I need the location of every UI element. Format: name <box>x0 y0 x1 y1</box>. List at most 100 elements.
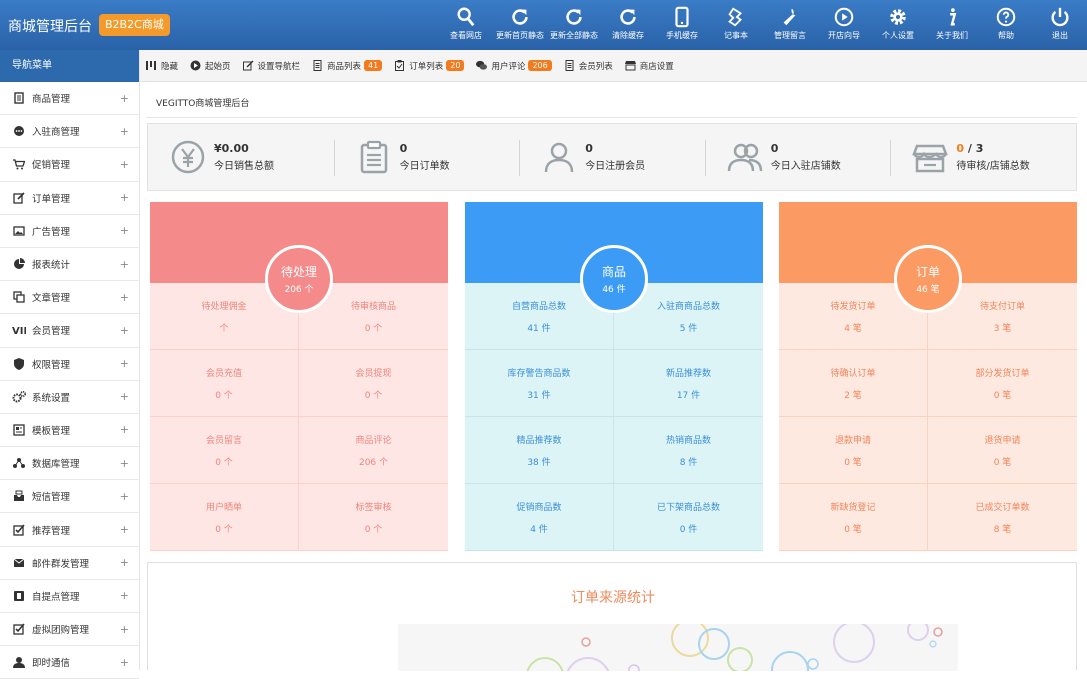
stat-cell[interactable]: 用户晒单 0 个 <box>150 484 299 551</box>
expand-icon[interactable]: + <box>120 291 129 304</box>
stat-orders: 0 今日订单数 <box>333 124 520 190</box>
sidebar-item-reports[interactable]: 报表统计 + <box>0 248 139 282</box>
goods-card: 商品 46 件 自营商品总数 41 件 入驻商商品总数 5 件 库存警告商品数 31 件… <box>465 202 763 551</box>
mail-icon <box>12 556 26 570</box>
stat-cell[interactable]: 已下架商品总数 0 件 <box>614 484 763 551</box>
view-shop-button[interactable]: 查看网店 <box>439 0 493 50</box>
expand-icon[interactable]: + <box>120 158 129 171</box>
stat-cell[interactable]: 退款申请 0 笔 <box>779 417 928 484</box>
order-list-button[interactable]: 订单列表 20 <box>394 60 465 72</box>
sidebar-item-database[interactable]: 数据库管理 + <box>0 447 139 481</box>
stat-value: 0 <box>585 142 593 155</box>
expand-icon[interactable]: + <box>120 92 129 105</box>
stat-value: ¥0.00 <box>214 142 249 155</box>
shop-wizard-button[interactable]: 开店向导 <box>817 0 871 50</box>
sidebar-item-templates[interactable]: 模板管理 + <box>0 414 139 448</box>
expand-icon[interactable]: + <box>120 457 129 470</box>
member-list-button[interactable]: 会员列表 <box>564 60 613 72</box>
sidebar-item-orders[interactable]: 订单管理 + <box>0 182 139 215</box>
sidebar-item-permissions[interactable]: 权限管理 + <box>0 348 139 381</box>
help-button[interactable]: 帮助 <box>979 0 1033 50</box>
shop-settings-button[interactable]: 商店设置 <box>624 60 674 72</box>
cell-label: 新品推荐数 <box>665 368 711 379</box>
order-source-section: 订单来源统计 <box>147 562 1077 671</box>
orders-card: 订单 46 笔 待发货订单 4 笔 待支付订单 3 笔 待确认订单 2 笔 部分发货订单… <box>779 202 1077 551</box>
start-page-button[interactable]: 起始页 <box>190 60 231 72</box>
hide-sidebar-button[interactable]: 隐藏 <box>146 60 178 72</box>
update-home-static-button[interactable]: 更新首页静态 <box>493 0 547 50</box>
stat-cell[interactable]: 新品推荐数 17 件 <box>614 350 763 417</box>
sidebar-item-label: 推荐管理 <box>32 525 71 537</box>
sidebar-item-label: 系统设置 <box>32 392 71 404</box>
book-icon <box>12 589 26 603</box>
card-title: 订单 <box>915 265 940 279</box>
mobile-cache-button[interactable]: 手机缓存 <box>655 0 709 50</box>
stat-cell[interactable]: 会员留言 0 个 <box>150 417 299 484</box>
logout-button[interactable]: 退出 <box>1033 0 1087 50</box>
toolbar-label: 商店设置 <box>639 61 674 72</box>
sidebar-item-group-buy[interactable]: 虚拟团购管理 + <box>0 613 139 647</box>
sidebar-item-system-settings[interactable]: 系统设置 + <box>0 381 139 414</box>
sidebar-item-members[interactable]: VIP 会员管理 + <box>0 314 139 348</box>
sidebar-item-recommend[interactable]: 推荐管理 + <box>0 513 139 547</box>
expand-icon[interactable]: + <box>120 523 129 536</box>
cell-label: 用户晒单 <box>205 502 242 513</box>
expand-icon[interactable]: + <box>120 191 129 204</box>
sidebar-item-merchants[interactable]: 入驻商管理 + <box>0 115 139 149</box>
stat-cell[interactable]: 退货申请 0 笔 <box>928 417 1077 484</box>
sidebar-item-sms[interactable]: 短信管理 + <box>0 480 139 514</box>
expand-icon[interactable]: + <box>120 423 129 436</box>
sidebar-item-goods[interactable]: 商品管理 + <box>0 82 139 116</box>
user-comments-button[interactable]: 用户评论 206 <box>476 60 552 72</box>
cell-label: 退货申请 <box>984 435 1021 446</box>
stat-cell[interactable]: 热销商品数 8 件 <box>614 417 763 484</box>
cart-icon <box>12 157 26 171</box>
expand-icon[interactable]: + <box>120 390 129 403</box>
stat-cell[interactable]: 待确认订单 2 笔 <box>779 350 928 417</box>
expand-icon[interactable]: + <box>120 656 129 669</box>
stat-cell[interactable]: 标签审核 0 个 <box>299 484 448 551</box>
expand-icon[interactable]: + <box>120 125 129 138</box>
sidebar-item-pickup-points[interactable]: 自提点管理 + <box>0 580 139 613</box>
expand-icon[interactable]: + <box>120 324 129 337</box>
clear-cache-button[interactable]: 清除缓存 <box>601 0 655 50</box>
expand-icon[interactable]: + <box>120 224 129 237</box>
copy-icon <box>12 290 26 304</box>
stat-cell[interactable]: 库存警告商品数 31 件 <box>465 350 614 417</box>
about-us-button[interactable]: 关于我们 <box>925 0 979 50</box>
stat-cell[interactable]: 新缺货登记 0 笔 <box>779 484 928 551</box>
sidebar-item-mass-mail[interactable]: 邮件群发管理 + <box>0 547 139 580</box>
shield-icon <box>12 357 26 371</box>
stat-value: 0 / 3 <box>956 142 1029 155</box>
help-icon <box>996 7 1016 27</box>
stat-cell[interactable]: 部分发货订单 0 笔 <box>928 350 1077 417</box>
expand-icon[interactable]: + <box>120 357 129 370</box>
goods-list-button[interactable]: 商品列表 41 <box>312 60 383 72</box>
stat-cell[interactable]: 会员充值 0 个 <box>150 350 299 417</box>
sidebar-item-articles[interactable]: 文章管理 + <box>0 281 139 315</box>
expand-icon[interactable]: + <box>120 258 129 271</box>
play-circle-icon <box>190 60 201 71</box>
stat-cell[interactable]: 已成交订单数 8 笔 <box>928 484 1077 551</box>
cell-label: 商品评论 <box>355 435 392 446</box>
update-all-static-button[interactable]: 更新全部静态 <box>547 0 601 50</box>
gear-icon <box>890 9 906 25</box>
stat-cell[interactable]: 促销商品数 4 件 <box>465 484 614 551</box>
cell-label: 已下架商品总数 <box>656 502 720 513</box>
personal-settings-button[interactable]: 个人设置 <box>871 0 925 50</box>
sidebar-item-instant-messaging[interactable]: 即时通信 + <box>0 646 139 679</box>
expand-icon[interactable]: + <box>120 623 129 636</box>
notepad-button[interactable]: 记事本 <box>709 0 763 50</box>
stat-cell[interactable]: 精品推荐数 38 件 <box>465 417 614 484</box>
document-icon <box>564 60 575 71</box>
nav-settings-button[interactable]: 设置导航栏 <box>242 60 300 72</box>
manage-messages-button[interactable]: 管理留言 <box>763 0 817 50</box>
expand-icon[interactable]: + <box>120 490 129 503</box>
stat-cell[interactable]: 商品评论 206 个 <box>299 417 448 484</box>
expand-icon[interactable]: + <box>120 556 129 569</box>
stat-cell[interactable]: 会员提现 0 个 <box>299 350 448 417</box>
expand-icon[interactable]: + <box>120 589 129 602</box>
sidebar-item-promotions[interactable]: 促销管理 + <box>0 148 139 182</box>
sidebar-item-ads[interactable]: 广告管理 + <box>0 215 139 248</box>
stat-shops-pending: 0 / 3 待审核/店铺总数 <box>890 124 1076 190</box>
